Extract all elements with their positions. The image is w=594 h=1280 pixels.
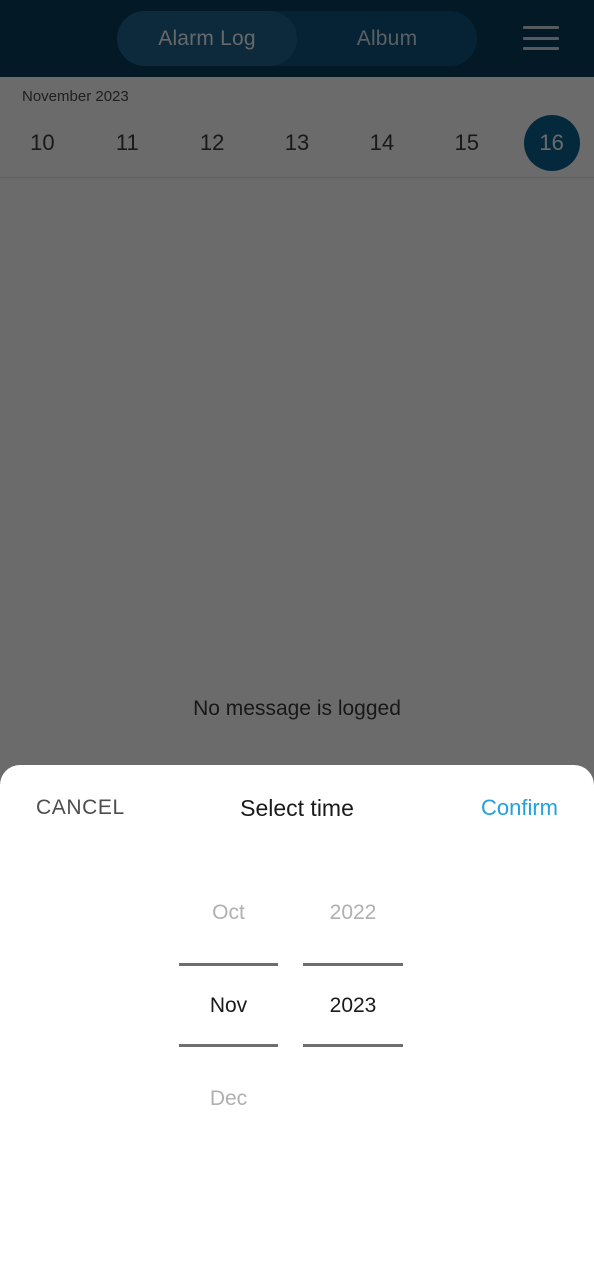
year-option-previous[interactable]: 2022 [303,898,403,928]
cancel-button[interactable]: CANCEL [36,796,125,820]
year-picker-wheel[interactable]: 2022 2023 [303,851,403,1151]
app-root: Alarm Log Album November 2023 10 11 [0,0,594,1280]
month-picker-wheel[interactable]: Oct Nov Dec [179,851,278,1151]
sheet-header: CANCEL Select time Confirm [0,765,594,851]
date-picker: Oct Nov Dec 2022 2023 [0,851,594,1151]
select-time-bottom-sheet: CANCEL Select time Confirm Oct Nov Dec 2… [0,765,594,1280]
month-option-next[interactable]: Dec [179,1084,278,1114]
year-wheel-divider-bottom [303,1044,403,1047]
month-wheel-divider-top [179,963,278,966]
year-option-selected[interactable]: 2023 [303,991,403,1021]
year-wheel-divider-top [303,963,403,966]
confirm-button[interactable]: Confirm [481,795,558,821]
month-wheel-divider-bottom [179,1044,278,1047]
month-option-previous[interactable]: Oct [179,898,278,928]
month-option-selected[interactable]: Nov [179,991,278,1021]
